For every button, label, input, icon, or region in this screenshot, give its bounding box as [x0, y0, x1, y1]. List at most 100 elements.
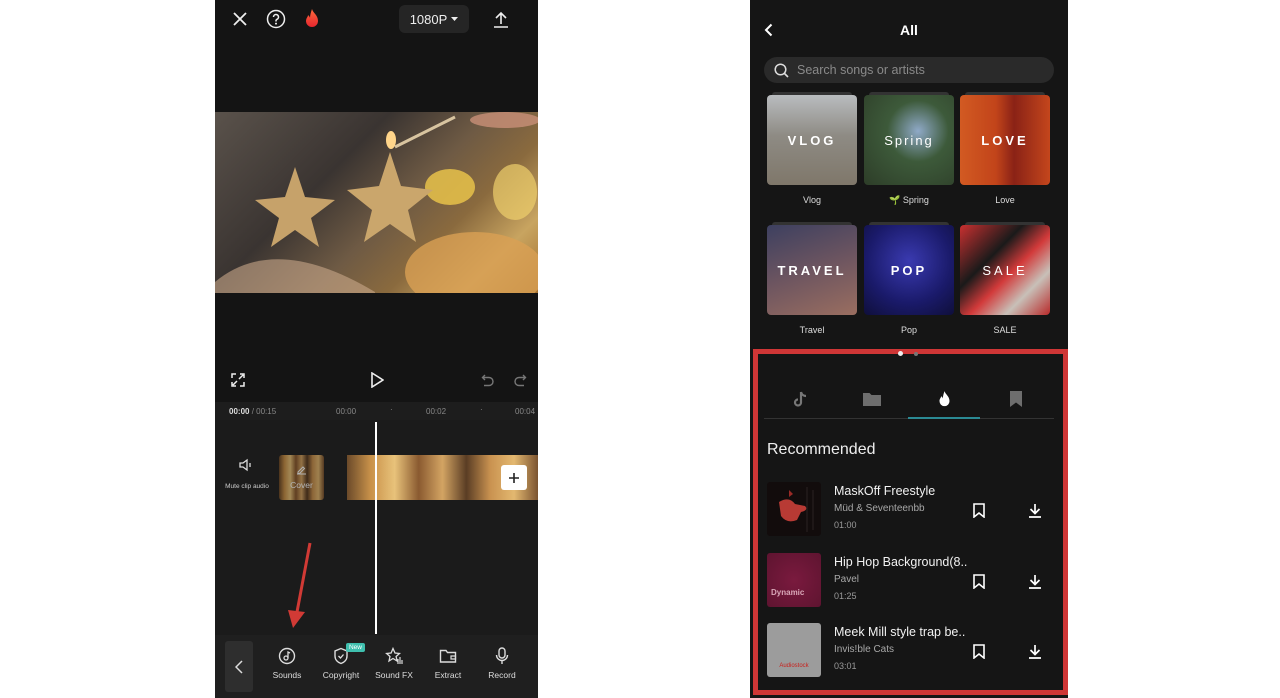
- add-clip-button[interactable]: [501, 465, 527, 490]
- song-duration: 01:25: [834, 591, 857, 601]
- song-cover: Dynamic: [767, 553, 821, 607]
- play-icon: [371, 372, 384, 388]
- download-icon: [1029, 644, 1041, 659]
- ruler-tick: 00:02: [426, 407, 447, 416]
- category-overlay: VLOG: [787, 132, 837, 148]
- category-overlay: SALE: [982, 262, 1028, 278]
- caret-down-icon: [451, 16, 459, 21]
- help-button[interactable]: [265, 8, 287, 30]
- music-library-screen: All Search songs or artists VLOG Vlog Sp…: [750, 0, 1068, 698]
- song-row[interactable]: MaskOff Freestyle Müd & Seventeenbb 01:0…: [767, 482, 1057, 538]
- tool-label: Record: [488, 670, 516, 680]
- download-button[interactable]: [1023, 498, 1047, 522]
- cover-text: Audiostock: [779, 663, 809, 669]
- tab-saved[interactable]: [980, 388, 1052, 410]
- tool-label: Extract: [434, 670, 462, 680]
- category-label: Travel: [799, 325, 825, 335]
- category-label: 🌱 Spring: [889, 195, 929, 205]
- export-button[interactable]: [490, 8, 512, 30]
- tiktok-icon: [793, 391, 806, 407]
- mute-label: Mute clip audio: [225, 483, 269, 490]
- undo-button[interactable]: [476, 368, 500, 392]
- category-pop[interactable]: POP Pop: [864, 222, 954, 335]
- download-icon: [1029, 574, 1041, 589]
- tab-local-files[interactable]: [836, 388, 908, 410]
- download-icon: [1029, 503, 1041, 518]
- edit-pencil-icon: [297, 466, 306, 475]
- category-love[interactable]: LOVE Love: [960, 92, 1050, 205]
- category-thumbnail: VLOG: [767, 92, 857, 185]
- search-icon: [774, 62, 789, 78]
- song-row[interactable]: Audiostock Meek Mill style trap be.. Inv…: [767, 623, 1057, 679]
- tool-label: Copyright: [322, 670, 360, 680]
- cover-button[interactable]: Cover: [279, 455, 324, 500]
- redo-button[interactable]: [508, 368, 532, 392]
- ruler-dot: ·: [480, 405, 483, 414]
- redo-icon: [514, 374, 527, 387]
- fullscreen-button[interactable]: [226, 368, 250, 392]
- upload-icon: [494, 11, 508, 28]
- folder-icon: [863, 393, 881, 406]
- help-icon: [266, 9, 286, 29]
- tool-sound-fx[interactable]: Sound FX: [368, 647, 420, 680]
- tool-record[interactable]: Record: [476, 647, 528, 680]
- search-placeholder: Search songs or artists: [797, 63, 925, 77]
- song-duration: 03:01: [834, 661, 857, 671]
- time-readout: 00:00 / 00:15: [229, 407, 276, 416]
- cover-art: [779, 487, 814, 532]
- tab-tiktok[interactable]: [764, 388, 836, 410]
- folder-icon: [439, 649, 457, 663]
- song-cover: Audiostock: [767, 623, 821, 677]
- category-thumbnail: POP: [864, 222, 954, 315]
- song-artist: Pavel: [834, 574, 860, 585]
- tool-sounds[interactable]: Sounds: [261, 647, 313, 680]
- video-preview[interactable]: [215, 112, 538, 293]
- close-button[interactable]: [229, 8, 251, 30]
- bookmark-button[interactable]: [967, 639, 991, 663]
- ruler-dot: ·: [390, 405, 393, 414]
- time-ruler[interactable]: 00:00 / 00:15 00:00 · 00:02 · 00:04: [215, 402, 538, 420]
- music-note-icon: [278, 647, 296, 665]
- tab-trending[interactable]: [908, 388, 980, 410]
- download-button[interactable]: [1023, 569, 1047, 593]
- flame-icon: [306, 9, 318, 27]
- annotation-arrow: [288, 542, 312, 628]
- close-icon: [233, 12, 247, 26]
- page-title: All: [900, 22, 918, 38]
- song-artist: Müd & Seventeenbb: [834, 503, 925, 514]
- ruler-tick: 00:04: [515, 407, 536, 416]
- resolution-dropdown[interactable]: 1080P: [399, 5, 469, 33]
- category-label: Pop: [900, 325, 917, 335]
- category-spring[interactable]: Spring 🌱 Spring: [864, 92, 954, 206]
- download-button[interactable]: [1023, 639, 1047, 663]
- category-label: SALE: [993, 325, 1017, 335]
- video-editor-screen: 1080P 00:00 / 00:15 00:00 · 00:02 · 00:0…: [215, 0, 538, 698]
- flame-icon: [939, 390, 949, 406]
- page-indicator-dot-active: [898, 351, 903, 356]
- bookmark-icon: [973, 502, 985, 518]
- toolbar-back-button[interactable]: [225, 641, 253, 692]
- play-button[interactable]: [365, 368, 389, 392]
- song-duration: 01:00: [834, 520, 857, 530]
- speaker-icon: [239, 458, 251, 472]
- tool-extract[interactable]: Extract: [422, 647, 474, 680]
- bottom-toolbar: Sounds New Copyright Sound FX Extract Re…: [215, 635, 538, 698]
- song-row[interactable]: Dynamic Hip Hop Background(8.. Pavel 01:…: [767, 553, 1057, 609]
- tool-copyright[interactable]: New Copyright: [315, 643, 367, 680]
- search-input[interactable]: Search songs or artists: [764, 57, 1054, 83]
- microphone-icon: [495, 647, 509, 664]
- category-sale[interactable]: SALE SALE: [960, 222, 1050, 335]
- section-title: Recommended: [767, 441, 876, 458]
- category-thumbnail: TRAVEL: [767, 222, 857, 315]
- category-travel[interactable]: TRAVEL Travel: [767, 222, 857, 335]
- playhead[interactable]: [375, 422, 377, 634]
- category-thumbnail: LOVE: [960, 92, 1050, 185]
- undo-icon: [481, 374, 494, 387]
- bookmark-button[interactable]: [967, 569, 991, 593]
- bookmark-button[interactable]: [967, 498, 991, 522]
- category-vlog[interactable]: VLOG Vlog: [767, 92, 857, 205]
- pro-flame-button[interactable]: [301, 8, 323, 30]
- bookmark-icon: [973, 573, 985, 589]
- cover-text: Dynamic: [771, 588, 805, 597]
- mute-clip-audio-button[interactable]: Mute clip audio: [221, 458, 273, 490]
